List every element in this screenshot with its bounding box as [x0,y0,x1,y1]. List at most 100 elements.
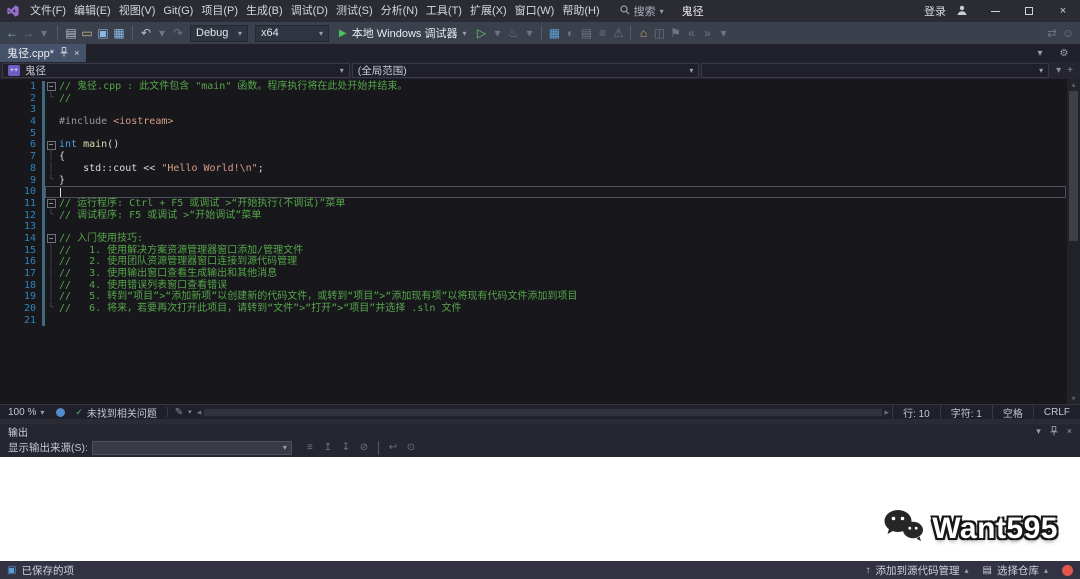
maximize-button[interactable] [1012,0,1046,22]
code-line[interactable]: 13 [0,221,1066,233]
code-line[interactable]: 10 [0,186,1066,198]
account-icon[interactable] [956,4,968,19]
collapse-panel-icon[interactable]: ▾ [1056,65,1061,76]
toolbar-options-icon[interactable]: ▾ [715,23,731,43]
intellicode-icon[interactable] [56,408,65,417]
menu-item[interactable]: 扩展(X) [466,0,511,22]
next-bookmark-icon[interactable]: » [699,23,715,43]
redo-icon[interactable]: ↷ [170,23,186,43]
start-without-debugging-icon[interactable]: ▷ [473,23,489,43]
scroll-right-icon[interactable]: ▸ [882,407,893,418]
menu-item[interactable]: 帮助(H) [558,0,603,22]
code-line[interactable]: 19│// 5. 转到“项目”>“添加新项”以创建新的代码文件，或转到“项目”>… [0,291,1066,303]
line-number[interactable]: 3 [0,104,42,116]
undo-menu-icon[interactable]: ▾ [154,23,170,43]
solution-platforms-dropdown[interactable]: x64 ▾ [255,25,329,42]
menu-item[interactable]: 分析(N) [377,0,422,22]
code-line[interactable]: 18│// 4. 使用错误列表窗口查看错误 [0,280,1066,292]
code-line[interactable]: 1−// 鬼径.cpp : 此文件包含 "main" 函数。程序执行将在此处开始… [0,81,1066,93]
hot-reload-menu-icon[interactable]: ▾ [521,23,537,43]
navigate-history-icon[interactable]: ▾ [36,23,52,43]
line-number[interactable]: 17 [0,268,42,280]
active-files-icon[interactable]: ▾ [1032,43,1048,63]
code-line[interactable]: 8│ std::cout << "Hello World!\n"; [0,163,1066,175]
code-line[interactable]: 7│{ [0,151,1066,163]
error-list-icon[interactable]: ⚠ [610,23,626,43]
fold-collapse-icon[interactable]: − [45,233,57,245]
target-menu-icon[interactable]: ▾ [489,23,505,43]
add-to-source-control-button[interactable]: ↑ 添加到源代码管理 ▴ [866,563,969,578]
live-share-icon[interactable]: ⇄ [1044,23,1060,43]
fold-collapse-icon[interactable]: − [45,139,57,151]
new-file-icon[interactable]: ▤ [63,23,79,43]
goto-previous-message-icon[interactable]: ↥ [320,440,336,456]
tab-file[interactable]: 鬼径.cpp* × [0,44,86,62]
find-message-icon[interactable]: ≡ [302,440,318,456]
navigate-forward-icon[interactable]: → [20,23,36,43]
pin-icon[interactable] [60,47,68,59]
spaces-indicator[interactable]: 空格 [992,405,1033,420]
bookmark-icon[interactable]: ⚑ [667,23,683,43]
notifications-icon[interactable] [1062,565,1073,576]
line-number[interactable]: 12 [0,210,42,222]
menu-item[interactable]: 视图(V) [115,0,160,22]
profiler-icon[interactable]: ◐ [562,23,578,43]
attach-process-icon[interactable]: ▦ [546,23,562,43]
sign-in-button[interactable]: 登录 [924,3,946,19]
line-number[interactable]: 11 [0,198,42,210]
git-changes-icon[interactable]: ◫ [651,23,667,43]
zoom-control[interactable]: 100 % ▾ [0,407,52,418]
line-number[interactable]: 19 [0,291,42,303]
save-status-label[interactable]: 已保存的项 [21,563,74,578]
menu-item[interactable]: 文件(F) [26,0,70,22]
select-repository-button[interactable]: ▤ 选择仓库 ▴ [983,563,1048,578]
close-panel-icon[interactable]: × [1067,426,1072,436]
code-editor[interactable]: 1−// 鬼径.cpp : 此文件包含 "main" 函数。程序执行将在此处开始… [0,79,1080,404]
code-line[interactable]: 14−// 入门使用技巧: [0,233,1066,245]
minimize-button[interactable] [978,0,1012,22]
line-number[interactable]: 13 [0,221,42,233]
line-number[interactable]: 5 [0,128,42,140]
test-explorer-icon[interactable]: ▤ [578,23,594,43]
output-content-area[interactable]: Want595 [0,457,1080,561]
line-number[interactable]: 15 [0,245,42,257]
scrollbar-thumb[interactable] [204,409,881,416]
line-number[interactable]: 21 [0,315,42,327]
code-line[interactable]: 6−int main() [0,139,1066,151]
menu-item[interactable]: 工具(T) [422,0,466,22]
fold-collapse-icon[interactable]: − [45,81,57,93]
tab-options-icon[interactable]: ⚙ [1056,43,1072,63]
close-tab-icon[interactable]: × [74,48,79,58]
menu-item[interactable]: 调试(D) [287,0,332,22]
member-dropdown[interactable]: ▾ [701,63,1049,78]
line-number[interactable]: 18 [0,280,42,292]
line-number[interactable]: 1 [0,81,42,93]
line-number[interactable]: 9 [0,175,42,187]
feedback-icon[interactable]: ☺ [1060,23,1076,43]
scope-dropdown[interactable]: (全局范围) ▾ [352,63,700,78]
column-indicator[interactable]: 字符: 1 [940,405,992,420]
line-number[interactable]: 14 [0,233,42,245]
goto-next-message-icon[interactable]: ↧ [338,440,354,456]
line-number[interactable]: 7 [0,151,42,163]
open-file-icon[interactable]: ▭ [79,23,95,43]
menu-item[interactable]: 编辑(E) [70,0,115,22]
menu-item[interactable]: 项目(P) [197,0,242,22]
hot-reload-icon[interactable]: ♨ [505,23,521,43]
menu-item[interactable]: 窗口(W) [511,0,559,22]
line-number[interactable]: 10 [0,186,42,198]
line-indicator[interactable]: 行: 10 [892,405,940,420]
line-number[interactable]: 6 [0,139,42,151]
code-line[interactable]: 3 [0,104,1066,116]
document-health-indicator[interactable]: ✓ 未找到相关问题 [69,405,163,420]
code-line[interactable]: 4#include <iostream> [0,116,1066,128]
code-line[interactable]: 9└} [0,175,1066,187]
window-position-icon[interactable]: ▾ [1036,426,1041,437]
menu-item[interactable]: 测试(S) [332,0,377,22]
line-number[interactable]: 8 [0,163,42,175]
code-line[interactable]: 11−// 运行程序: Ctrl + F5 或调试 >“开始执行(不调试)”菜单 [0,198,1066,210]
solution-explorer-icon[interactable]: ⌂ [635,23,651,43]
code-line[interactable]: 21 [0,315,1066,327]
output-source-dropdown[interactable]: ▾ [92,441,292,455]
line-number[interactable]: 20 [0,303,42,315]
